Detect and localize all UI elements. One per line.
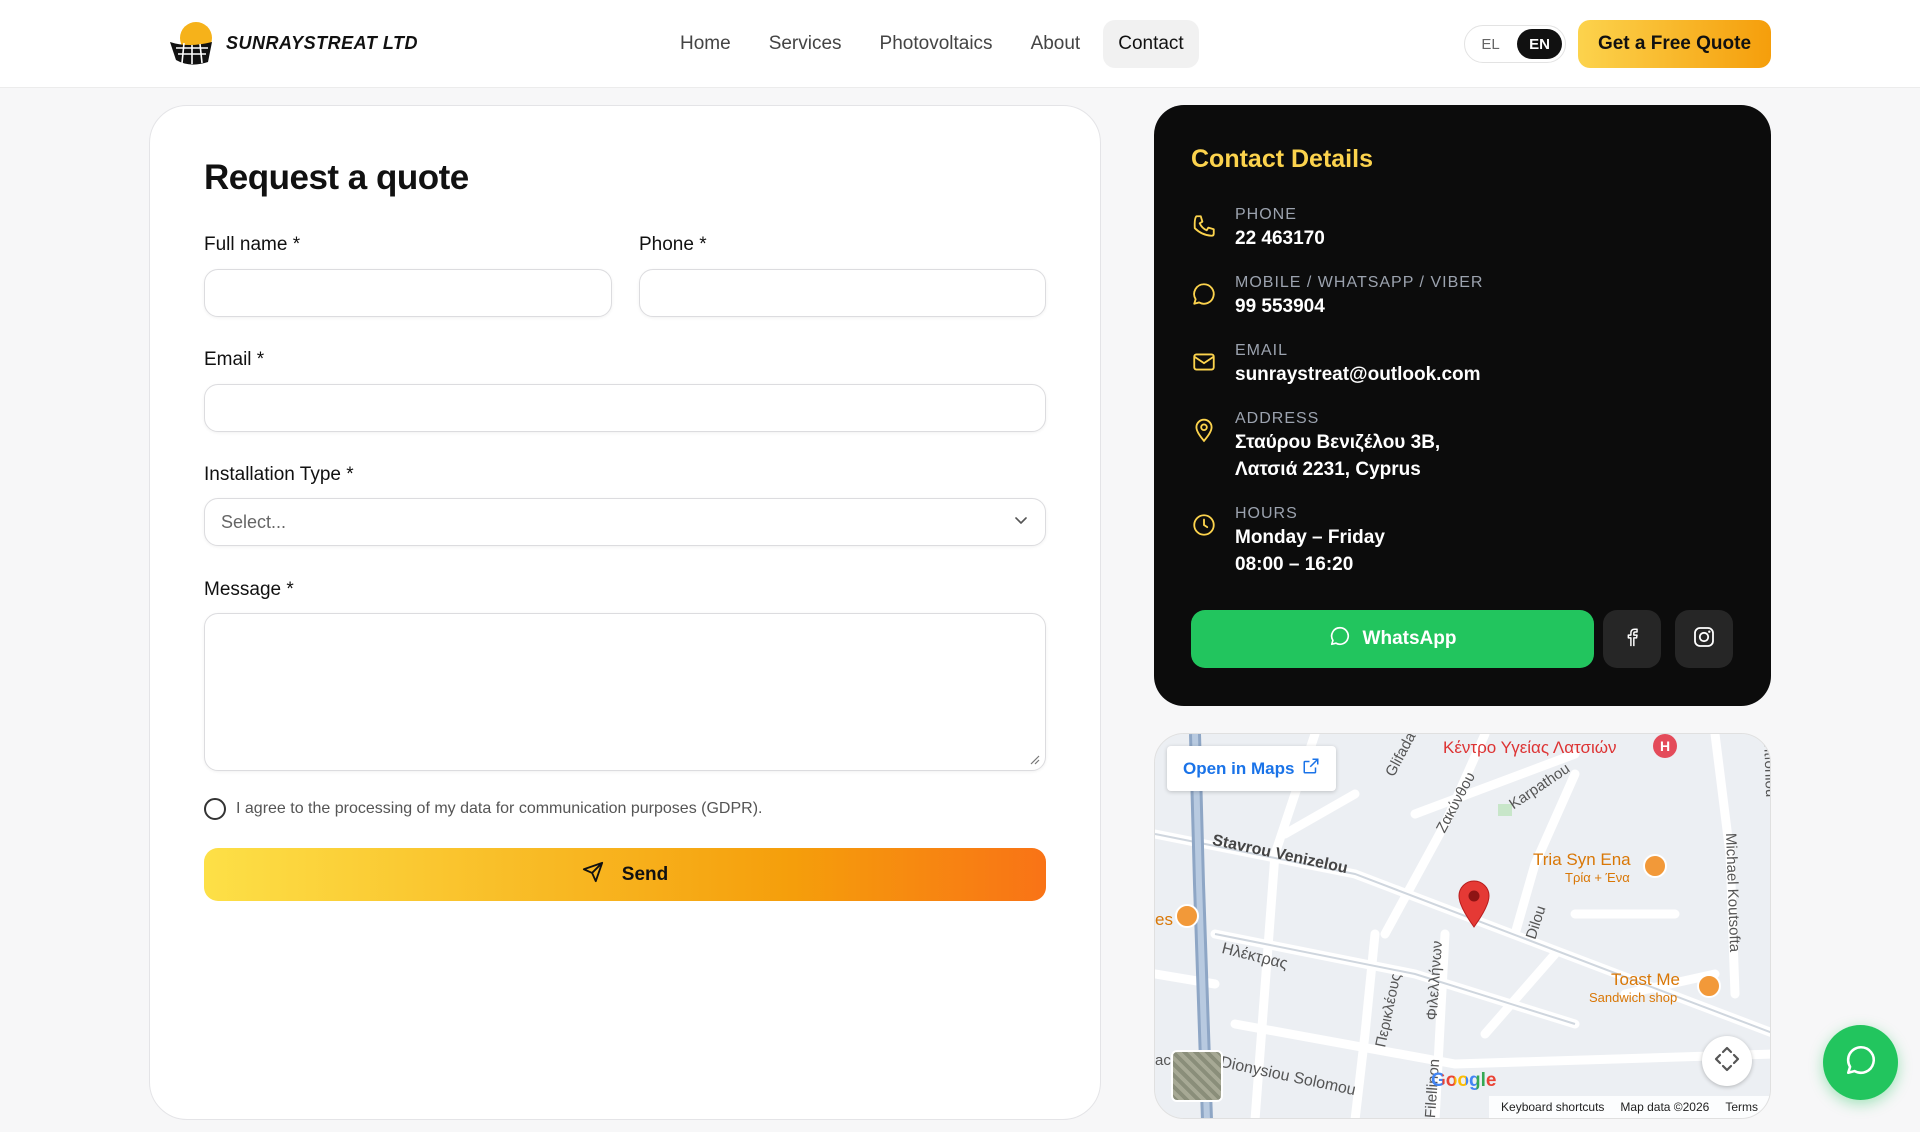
edge-street-label: ac <box>1155 1052 1171 1069</box>
send-button[interactable]: Send <box>204 848 1046 901</box>
floating-chat-button[interactable] <box>1823 1025 1898 1100</box>
fullscreen-icon <box>1713 1045 1741 1078</box>
nav-home[interactable]: Home <box>665 20 746 68</box>
contact-email-row: EMAIL sunraystreat@outlook.com <box>1191 341 1481 388</box>
email-label: Email * <box>204 349 265 370</box>
google-logo: Google <box>1431 1070 1497 1091</box>
clock-icon <box>1191 512 1217 538</box>
mobile-label: MOBILE / WHATSAPP / VIBER <box>1235 274 1484 291</box>
nav-about[interactable]: About <box>1016 20 1096 68</box>
facebook-button[interactable] <box>1603 610 1661 668</box>
mobile-value[interactable]: 99 553904 <box>1235 293 1483 320</box>
keyboard-shortcuts-link[interactable]: Keyboard shortcuts <box>1501 1100 1604 1114</box>
phone-label: Phone * <box>639 234 707 255</box>
hours-label: HOURS <box>1235 505 1298 522</box>
facebook-icon <box>1621 626 1643 653</box>
tria-syn-ena-sub: Τρία + Ένα <box>1565 870 1630 885</box>
toast-me-label: Toast Me <box>1611 970 1680 989</box>
gdpr-consent: I agree to the processing of my data for… <box>204 798 762 820</box>
hospital-icon: H <box>1653 734 1677 758</box>
phone-value[interactable]: 22 463170 <box>1235 225 1325 252</box>
contact-title: Contact Details <box>1191 145 1373 173</box>
installation-type-select[interactable]: Select... <box>204 498 1046 546</box>
full-name-label: Full name * <box>204 234 301 255</box>
open-maps-label: Open in Maps <box>1183 758 1295 778</box>
gdpr-checkbox[interactable] <box>204 798 226 820</box>
open-in-maps-button[interactable]: Open in Maps <box>1167 746 1337 791</box>
whatsapp-button[interactable]: WhatsApp <box>1191 610 1594 668</box>
brand-name: SUNRAYSTREAT LTD <box>226 32 418 53</box>
contact-mobile-row: MOBILE / WHATSAPP / VIBER 99 553904 <box>1191 273 1483 320</box>
email-input[interactable] <box>204 384 1046 432</box>
chat-bubble-icon <box>1191 281 1217 307</box>
terms-link[interactable]: Terms <box>1725 1100 1758 1114</box>
form-title: Request a quote <box>204 158 469 197</box>
fullscreen-button[interactable] <box>1702 1036 1752 1086</box>
send-icon <box>582 861 604 889</box>
chat-bubble-icon <box>1844 1043 1878 1082</box>
address-label: ADDRESS <box>1235 410 1320 427</box>
restaurant-icon <box>1175 904 1199 928</box>
phone-input[interactable] <box>639 269 1046 317</box>
lang-en-option[interactable]: EN <box>1517 29 1562 59</box>
brand-logo[interactable]: SUNRAYSTREAT LTD <box>168 20 418 66</box>
contact-details-card: Contact Details PHONE 22 463170 MOBILE /… <box>1154 105 1771 706</box>
satellite-layer-toggle[interactable] <box>1171 1050 1223 1102</box>
quote-form-card: Request a quote Full name * Phone * Emai… <box>149 105 1101 1120</box>
location-map[interactable]: Open in Maps Stavrou Venizelou Ηλέκτρας … <box>1154 733 1771 1119</box>
toast-me-sub: Sandwich shop <box>1589 990 1678 1005</box>
instagram-icon <box>1692 625 1716 654</box>
restaurant-icon <box>1643 854 1667 878</box>
phone-icon <box>1191 213 1217 239</box>
map-footer: Keyboard shortcuts Map data ©2026 Terms <box>1489 1096 1770 1118</box>
hours-days: Monday – Friday <box>1235 527 1385 548</box>
address-line2: Λατσιά 2231, Cyprus <box>1235 459 1421 480</box>
installation-type-label: Installation Type * <box>204 464 354 485</box>
resize-handle-icon[interactable] <box>1028 753 1040 765</box>
chevron-down-icon <box>1013 512 1029 533</box>
language-switcher: EL EN <box>1464 25 1566 63</box>
message-label: Message * <box>204 579 294 600</box>
installation-type-value: Select... <box>221 511 287 532</box>
restaurant-icon <box>1697 974 1721 998</box>
location-pin-icon <box>1457 880 1491 933</box>
lang-el-option[interactable]: EL <box>1468 29 1513 59</box>
email-value[interactable]: sunraystreat@outlook.com <box>1235 361 1481 388</box>
contact-phone-row: PHONE 22 463170 <box>1191 205 1325 252</box>
map-pin-icon <box>1191 417 1217 443</box>
nav-services[interactable]: Services <box>754 20 857 68</box>
street-label: ntfoniou <box>1760 743 1771 798</box>
contact-hours-row: HOURS Monday – Friday 08:00 – 16:20 <box>1191 504 1385 578</box>
nav-photovoltaics[interactable]: Photovoltaics <box>865 20 1008 68</box>
message-textarea[interactable] <box>204 613 1046 771</box>
tria-syn-ena-label: Tria Syn Ena <box>1533 850 1631 869</box>
health-center-label: Κέντρο Υγείας Λατσιών <box>1443 738 1617 757</box>
phone-label: PHONE <box>1235 206 1297 223</box>
main-nav: Home Services Photovoltaics About Contac… <box>665 20 1199 68</box>
gdpr-label: I agree to the processing of my data for… <box>236 800 763 817</box>
full-name-input[interactable] <box>204 269 612 317</box>
site-header: SUNRAYSTREAT LTD Home Services Photovolt… <box>0 0 1920 88</box>
contact-address-row: ADDRESS Σταύρου Βενιζέλου 3Β, Λατσιά 223… <box>1191 409 1440 483</box>
nav-contact[interactable]: Contact <box>1103 20 1199 68</box>
external-link-icon <box>1302 757 1320 780</box>
whatsapp-icon <box>1329 625 1351 653</box>
send-label: Send <box>621 863 669 885</box>
hours-time: 08:00 – 16:20 <box>1235 554 1354 575</box>
map-data-credit: Map data ©2026 <box>1620 1100 1710 1114</box>
whatsapp-label: WhatsApp <box>1362 628 1457 649</box>
sun-panel-logo-icon <box>168 20 216 66</box>
edge-poi-label: es <box>1155 910 1173 929</box>
mail-icon <box>1191 349 1217 375</box>
address-line1: Σταύρου Βενιζέλου 3Β, <box>1235 432 1441 453</box>
email-label: EMAIL <box>1235 342 1289 359</box>
get-free-quote-button[interactable]: Get a Free Quote <box>1578 20 1771 68</box>
instagram-button[interactable] <box>1675 610 1733 668</box>
